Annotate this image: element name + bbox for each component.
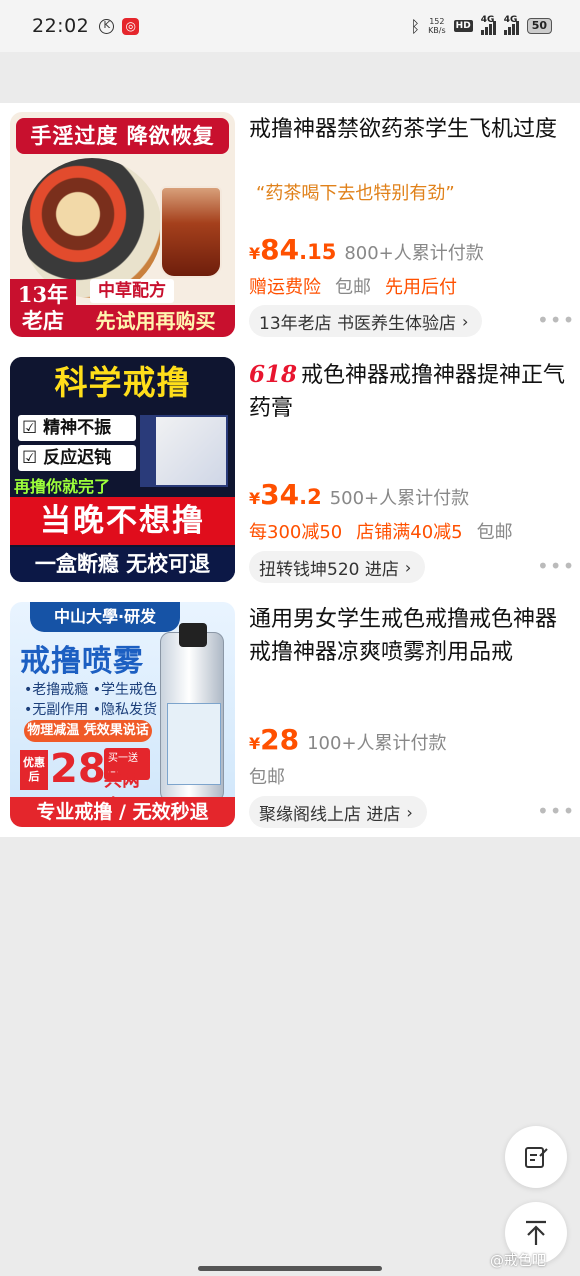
- image-university-badge: 中山大學·研发: [30, 602, 180, 632]
- image-headline: 科学戒撸: [10, 357, 235, 409]
- back-to-top-icon: [526, 1220, 546, 1245]
- price-row: ¥ 84 .15 800+人累计付款: [249, 233, 484, 266]
- image-banner-text: 手淫过度 降欲恢复: [16, 118, 229, 154]
- image-promo: 优惠后 28 买一送一 共两盒: [20, 746, 150, 817]
- home-indicator[interactable]: [198, 1266, 382, 1271]
- image-bottom-text: 一盒断瘾 无校可退: [10, 547, 235, 582]
- currency-symbol: ¥: [249, 244, 261, 263]
- more-options-icon[interactable]: •••: [537, 308, 575, 332]
- tag-free-shipping: 包邮: [249, 767, 285, 788]
- price-decimal: .2: [299, 485, 322, 509]
- chevron-right-icon: ›: [406, 802, 413, 822]
- image-headline: 戒撸喷雾: [20, 644, 144, 679]
- product-image[interactable]: 科学戒撸 ☑ 精神不振 ☑ 反应迟钝 再撸你就完了 当晚不想撸 一盒断瘾 无校可…: [10, 357, 235, 582]
- shop-link[interactable]: 13年老店 书医养生体验店 ›: [249, 305, 483, 337]
- shop-name: 扭转钱坤520 进店: [259, 559, 399, 580]
- price-decimal: .15: [299, 240, 337, 264]
- promo-price: 28: [50, 746, 106, 792]
- image-line-2: ☑ 反应迟钝: [18, 445, 136, 471]
- tag-free-shipping: 包邮: [476, 522, 513, 543]
- tag-shop-discount: 店铺满40减5: [356, 522, 463, 543]
- image-red-band: 当晚不想撸: [10, 497, 235, 545]
- shop-link[interactable]: 聚缘阁线上店 进店 ›: [249, 796, 427, 828]
- watermark: @戒色吧: [490, 1253, 546, 1269]
- network-speed: 152 KB/s: [428, 17, 446, 35]
- product-title[interactable]: 通用男女学生戒色戒撸戒色神器戒撸神器凉爽喷雾剂用品戒: [249, 603, 571, 669]
- feedback-button[interactable]: [505, 1126, 567, 1188]
- image-footer-text: 先试用再购买: [76, 305, 235, 337]
- price-row: ¥ 34 .2 500+人累计付款: [249, 478, 469, 511]
- shop-link[interactable]: 扭转钱坤520 进店 ›: [249, 551, 426, 583]
- more-options-icon[interactable]: •••: [537, 554, 575, 578]
- currency-symbol: ¥: [249, 734, 261, 753]
- tea-cup-graphic: [160, 186, 222, 278]
- price-row: ¥ 28 100+人累计付款: [249, 723, 447, 756]
- product-image[interactable]: 手淫过度 降欲恢复 13年 老店 中草配方 先试用再购买: [10, 112, 235, 337]
- price-integer: 84: [260, 233, 300, 266]
- battery-icon: 50: [526, 18, 552, 34]
- more-options-icon[interactable]: •••: [537, 799, 575, 823]
- product-title[interactable]: 戒撸神器禁欲药茶学生飞机过度: [249, 113, 571, 146]
- k-circle-icon: K: [99, 18, 115, 34]
- bluetooth-icon: ᛒ: [410, 16, 421, 36]
- currency-symbol: ¥: [249, 489, 261, 508]
- product-box-graphic: [140, 415, 228, 487]
- image-age-badge: 13年 老店: [10, 279, 76, 337]
- shop-name: 聚缘阁线上店 进店: [259, 804, 401, 825]
- service-tags: 包邮: [249, 763, 285, 789]
- promo-618-badge: 618: [249, 361, 298, 388]
- image-line-1: ☑ 精神不振: [18, 415, 136, 441]
- product-list: 手淫过度 降欲恢复 13年 老店 中草配方 先试用再购买 戒撸神器禁欲药茶学生飞机…: [0, 103, 580, 837]
- tag-pay-later: 先用后付: [385, 277, 457, 298]
- sold-count: 100+人累计付款: [307, 733, 447, 754]
- feedback-icon: [525, 1147, 548, 1168]
- chevron-right-icon: ›: [404, 557, 412, 577]
- service-tags: 赠运费险 包邮 先用后付: [249, 273, 457, 299]
- hd-icon: HD: [453, 20, 473, 32]
- product-title[interactable]: 618 戒色神器戒撸神器提神正气药膏: [249, 358, 571, 425]
- product-card[interactable]: 科学戒撸 ☑ 精神不振 ☑ 反应迟钝 再撸你就完了 当晚不想撸 一盒断瘾 无校可…: [0, 348, 580, 590]
- image-warm-label: 物理减温 凭效果说话: [24, 720, 152, 742]
- review-quote: “药茶喝下去也特别有劲”: [256, 183, 455, 204]
- image-footer-text: 专业戒撸 / 无效秒退: [10, 797, 235, 827]
- image-line-3: 再撸你就完了: [14, 477, 111, 496]
- price-integer: 34: [260, 478, 300, 511]
- sold-count: 500+人累计付款: [329, 488, 470, 509]
- product-image[interactable]: 中山大學·研发 戒撸喷雾 •老撸戒瘾 •学生戒色 •无副作用 •隐私发货 物理减…: [10, 602, 235, 827]
- image-features: •老撸戒瘾 •学生戒色 •无副作用 •隐私发货: [24, 682, 157, 718]
- shop-name: 13年老店 书医养生体验店: [259, 313, 457, 334]
- tag-freight-insurance: 赠运费险: [249, 277, 321, 298]
- image-herbal-badge: 中草配方: [90, 279, 174, 303]
- price-integer: 28: [260, 723, 300, 756]
- discount-label: 优惠后: [20, 750, 48, 790]
- herbs-plate-graphic: [22, 158, 162, 298]
- tag-discount-300: 每300减50: [249, 522, 343, 543]
- chevron-right-icon: ›: [462, 311, 469, 331]
- status-bar: 22:02 K ◎ ᛒ 152 KB/s HD 4G 4G 50: [0, 0, 580, 52]
- product-card[interactable]: 手淫过度 降欲恢复 13年 老店 中草配方 先试用再购买 戒撸神器禁欲药茶学生飞机…: [0, 103, 580, 345]
- sold-count: 800+人累计付款: [344, 243, 484, 264]
- app-notification-icon: ◎: [122, 17, 140, 35]
- tag-free-shipping: 包邮: [335, 277, 371, 298]
- spray-bottle-graphic: [160, 623, 224, 802]
- service-tags: 每300减50 店铺满40减5 包邮: [249, 518, 513, 544]
- signal-icon-1: 4G: [480, 15, 496, 35]
- product-card[interactable]: 中山大學·研发 戒撸喷雾 •老撸戒瘾 •学生戒色 •无副作用 •隐私发货 物理减…: [0, 593, 580, 835]
- status-time: 22:02: [32, 15, 90, 37]
- signal-icon-2: 4G: [503, 15, 519, 35]
